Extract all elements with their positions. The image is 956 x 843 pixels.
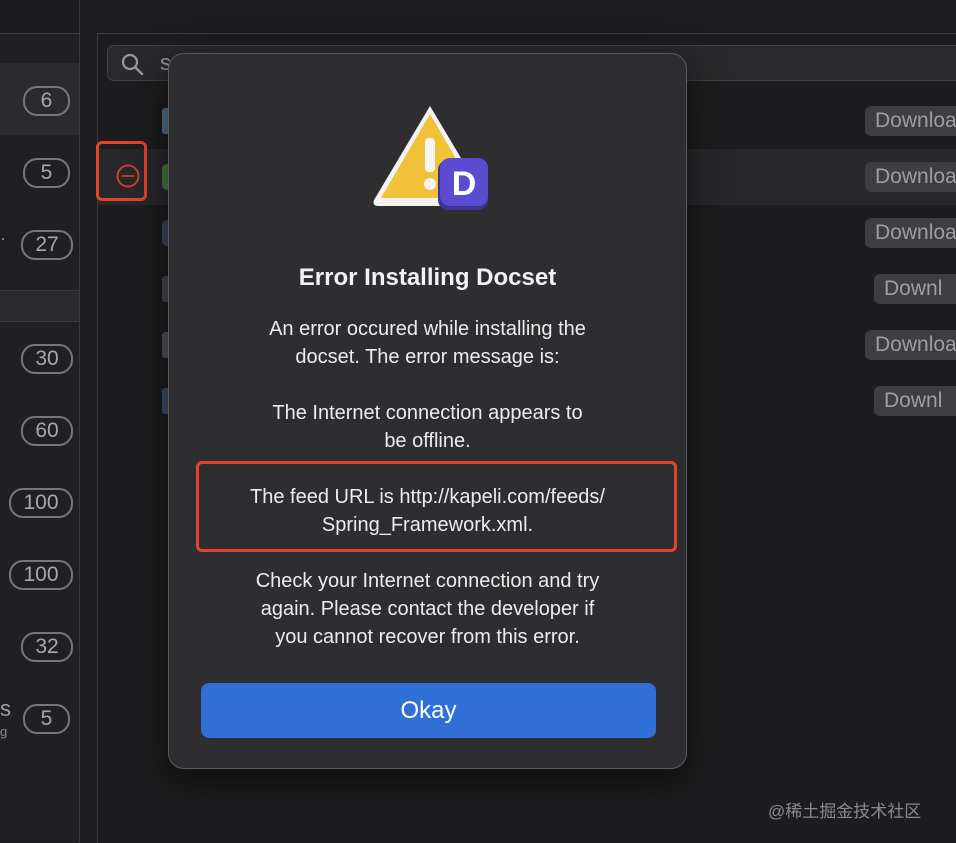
sidebar-truncated-text: s: [0, 696, 11, 721]
text-line: be offline.: [384, 430, 471, 452]
download-button[interactable]: Downloa: [865, 162, 956, 192]
search-icon: [121, 53, 144, 76]
error-dialog: D Error Installing Docset An error occur…: [168, 53, 687, 769]
text-line: Spring_Framework.xml.: [321, 514, 534, 536]
okay-button[interactable]: Okay: [201, 683, 656, 738]
sidebar-truncated-text: ·: [0, 228, 6, 248]
download-button[interactable]: Downloa: [865, 106, 956, 136]
count-badge: 100: [9, 560, 73, 590]
sidebar-section-divider: [0, 290, 79, 322]
dialog-title: Error Installing Docset: [298, 264, 557, 291]
count-badge: 100: [9, 488, 73, 518]
text-line: An error occured while installing the: [269, 318, 586, 340]
text-line: you cannot recover from this error.: [275, 626, 580, 648]
count-badge: 27: [21, 230, 73, 260]
error-message-advice: Check your Internet connection and try a…: [209, 567, 646, 651]
error-message-intro: An error occured while installing the do…: [209, 315, 646, 371]
warning-icon: D: [373, 106, 488, 210]
text-line: again. Please contact the developer if: [260, 598, 595, 620]
text-line: The feed URL is http://kapeli.com/feeds/: [250, 486, 605, 508]
text-line: Check your Internet connection and try: [255, 570, 600, 592]
download-button[interactable]: Downl: [874, 274, 956, 304]
sidebar-truncated-text: g: [0, 724, 8, 739]
error-message-detail: The Internet connection appears to be of…: [209, 399, 646, 455]
text-line: docset. The error message is:: [295, 346, 560, 368]
download-button[interactable]: Downloa: [865, 218, 956, 248]
sidebar: 6 5 · 27 30 60 100 100 32 s g 5: [0, 0, 80, 842]
count-badge: 5: [23, 158, 70, 188]
watermark-text: @稀土掘金技术社区: [768, 802, 922, 821]
feed-url-message: The feed URL is http://kapeli.com/feeds/…: [199, 483, 656, 539]
text-line: The Internet connection appears to: [272, 402, 583, 424]
count-badge: 5: [23, 704, 70, 734]
remove-docset-icon[interactable]: [115, 163, 141, 189]
count-badge: 60: [21, 416, 73, 446]
count-badge: 30: [21, 344, 73, 374]
svg-text:D: D: [452, 165, 477, 203]
count-badge: 6: [23, 86, 70, 116]
download-button[interactable]: Downloa: [865, 330, 956, 360]
count-badge: 32: [21, 632, 73, 662]
sidebar-header: [0, 0, 79, 34]
download-button[interactable]: Downl: [874, 386, 956, 416]
dash-app-icon: D: [438, 158, 488, 210]
